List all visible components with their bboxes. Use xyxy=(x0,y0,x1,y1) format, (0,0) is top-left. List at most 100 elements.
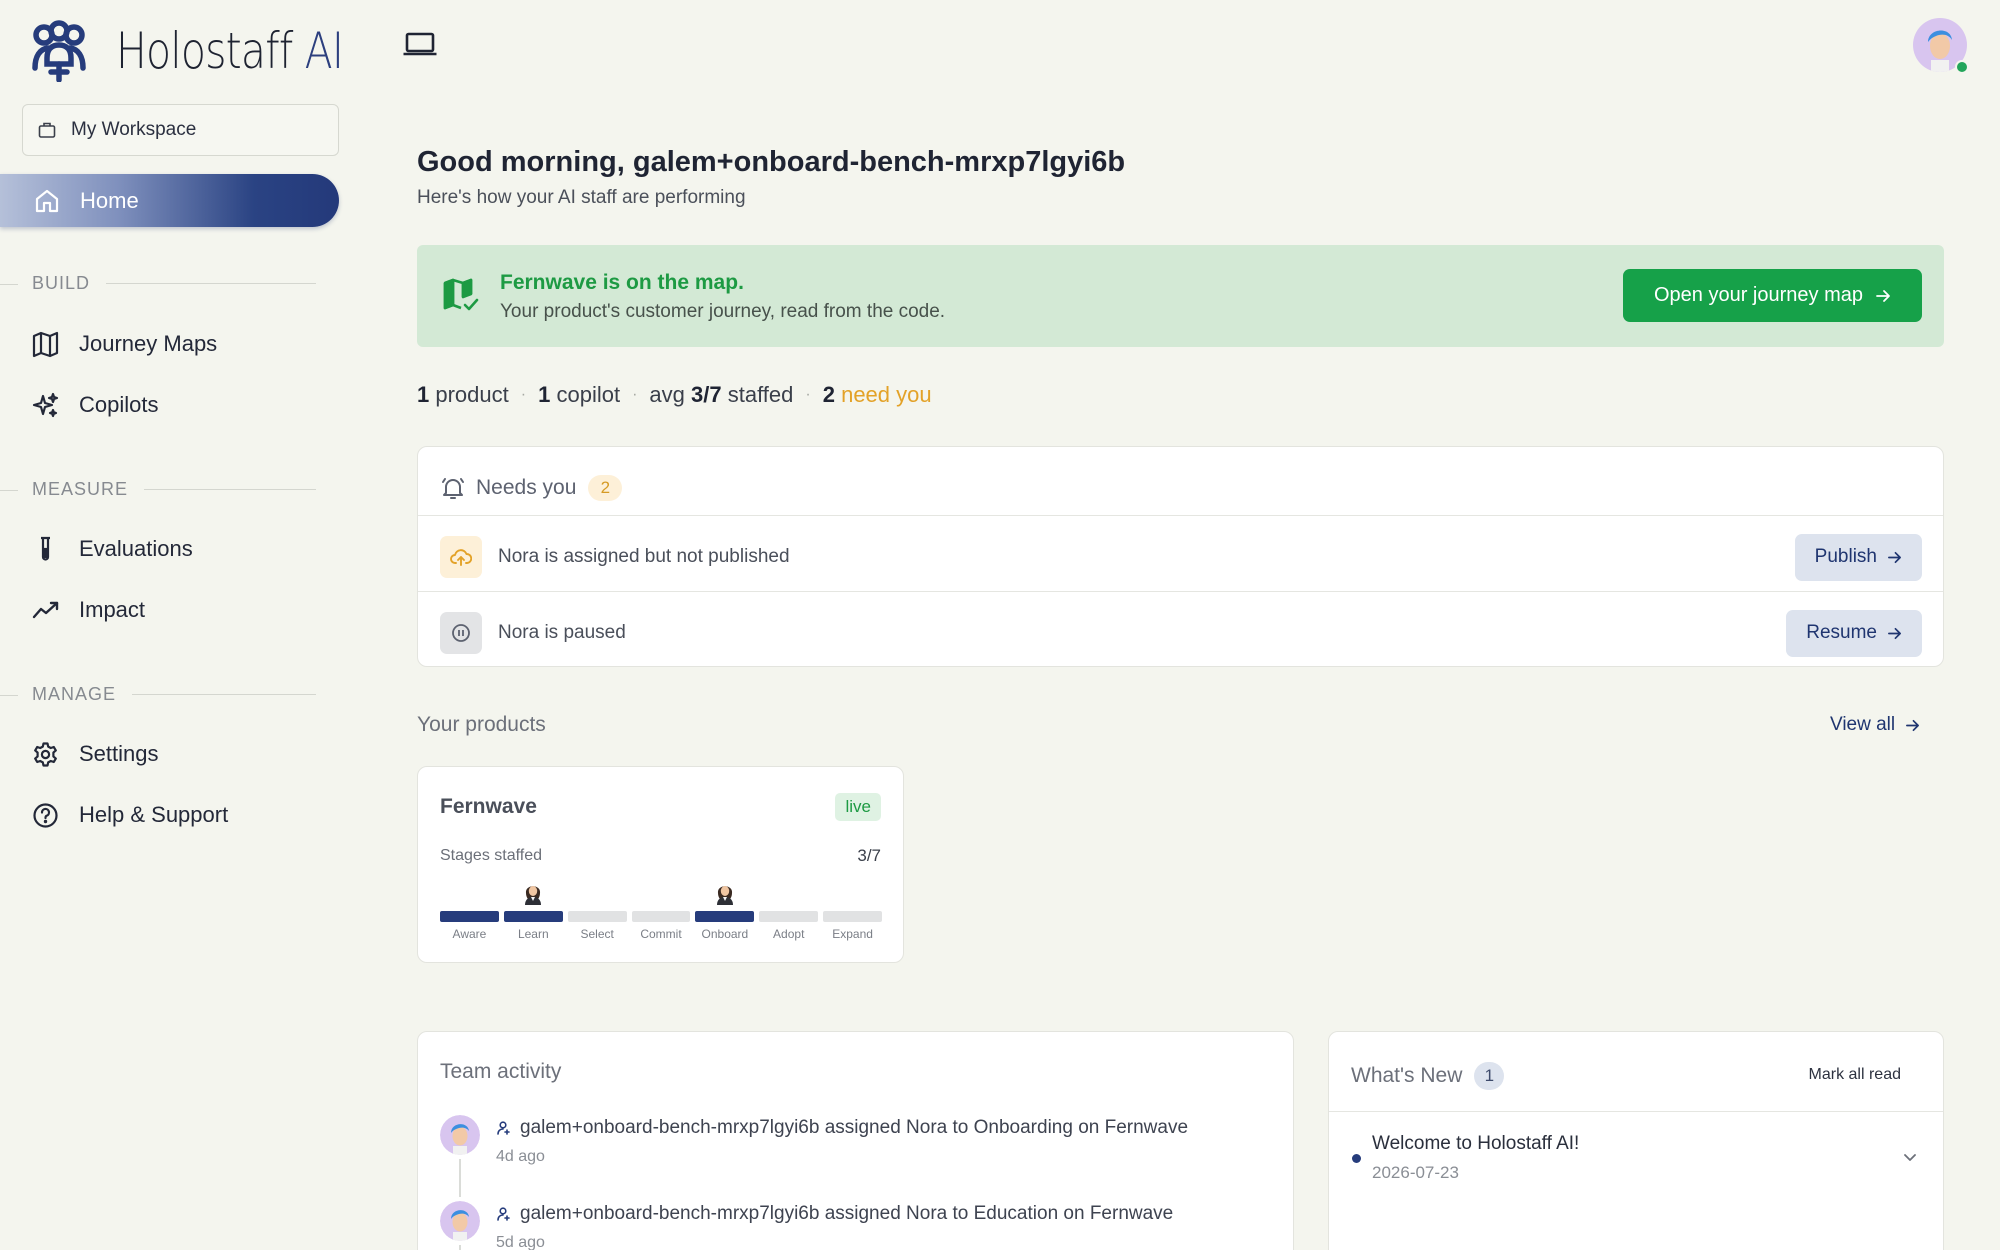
sidebar-item-evaluations[interactable]: Evaluations xyxy=(32,529,193,569)
avatar xyxy=(440,1201,480,1241)
unread-dot xyxy=(1352,1154,1361,1163)
sidebar-item-label: Journey Maps xyxy=(79,331,218,356)
needs-you-title: Needs you xyxy=(476,476,577,499)
copilots-label: copilot xyxy=(556,382,621,407)
page-title: Good morning, galem+onboard-bench-mrxp7l… xyxy=(417,146,1126,178)
sidebar-item-settings[interactable]: Settings xyxy=(32,734,159,774)
user-assign-icon xyxy=(497,1121,510,1135)
sidebar-item-label: Evaluations xyxy=(79,536,193,561)
sidebar-item-journey-maps[interactable]: Journey Maps xyxy=(32,324,217,364)
sidebar-item-impact[interactable]: Impact xyxy=(32,590,145,630)
pause-icon xyxy=(440,612,482,654)
online-status-dot xyxy=(1955,60,1969,74)
logo[interactable]: Holostaff AI xyxy=(30,20,393,82)
needs-item-text: Nora is paused xyxy=(498,622,626,643)
stage-expand[interactable]: Expand xyxy=(823,879,883,941)
arrow-right-icon xyxy=(1906,719,1920,731)
workspace-selector[interactable]: My Workspace xyxy=(22,104,339,156)
stage-aware[interactable]: Aware xyxy=(440,879,499,941)
stage-label: Onboard xyxy=(701,927,749,941)
help-circle-icon xyxy=(33,802,58,828)
avatar xyxy=(440,1115,480,1155)
stages-staffed-label: Stages staffed xyxy=(440,847,542,864)
publish-button[interactable]: Publish xyxy=(1794,533,1922,581)
bell-icon xyxy=(442,478,464,499)
stage-commit[interactable]: Commit xyxy=(631,879,691,941)
resume-button[interactable]: Resume xyxy=(1786,609,1922,657)
need-label: need you xyxy=(841,382,932,407)
view-all-link[interactable]: View all xyxy=(1830,714,1920,736)
needs-you-card: Needs you 2 Nora is assigned but not pub… xyxy=(417,446,1944,667)
chevron-down-icon[interactable] xyxy=(1901,1148,1919,1166)
staffed-label: staffed xyxy=(727,382,794,407)
stage-bar xyxy=(567,911,627,922)
products-label: product xyxy=(435,382,509,407)
stage-bar xyxy=(823,911,883,922)
copilot-avatar-icon xyxy=(716,886,733,905)
stage-bar xyxy=(503,911,563,922)
divider xyxy=(0,490,18,491)
mark-all-read-button[interactable]: Mark all read xyxy=(1809,1066,1901,1084)
stage-bar xyxy=(759,911,819,922)
sidebar-item-label: Copilots xyxy=(79,392,159,417)
sparkles-icon xyxy=(32,392,59,417)
arrow-right-icon xyxy=(1888,551,1901,563)
section-label-measure: MEASURE xyxy=(32,479,316,500)
sidebar-item-label: Home xyxy=(80,187,139,213)
products-count: 1 xyxy=(417,382,430,407)
divider xyxy=(0,695,18,696)
brand-ai: AI xyxy=(304,22,344,80)
needs-row-resume: Nora is paused Resume xyxy=(440,609,1922,657)
user-avatar[interactable] xyxy=(1913,18,1969,74)
whats-new-count-badge: 1 xyxy=(1474,1062,1505,1090)
banner-subtitle: Your product's customer journey, read fr… xyxy=(500,301,946,322)
sidebar: Holostaff AI My Workspace Home BUILD Jou… xyxy=(0,0,344,1250)
trending-up-icon xyxy=(32,601,59,618)
need-count: 2 xyxy=(822,382,835,407)
needs-item-text: Nora is assigned but not published xyxy=(498,546,790,567)
stage-label: Commit xyxy=(640,927,682,941)
home-icon xyxy=(35,189,59,212)
products-section-title: Your products xyxy=(417,713,546,736)
copilot-avatar-icon xyxy=(525,886,542,905)
stages-staffed-value: 3/7 xyxy=(857,846,881,865)
avg-label: avg xyxy=(649,382,685,407)
button-label: Open your journey map xyxy=(1653,284,1863,306)
copilots-count: 1 xyxy=(538,382,551,407)
stage-select[interactable]: Select xyxy=(567,879,627,941)
stage-adopt[interactable]: Adopt xyxy=(759,879,819,941)
test-tube-icon xyxy=(41,536,50,561)
summary-stats: 1 product · 1 copilot · avg 3/7 staffed … xyxy=(417,382,932,407)
laptop-icon[interactable] xyxy=(402,28,438,60)
page-subtitle: Here's how your AI staff are performing xyxy=(417,187,746,208)
map-icon xyxy=(32,331,59,357)
activity-time: 5d ago xyxy=(496,1234,545,1250)
sidebar-item-help[interactable]: Help & Support xyxy=(32,795,228,835)
team-logo-icon xyxy=(32,20,86,82)
news-item-title[interactable]: Welcome to Holostaff AI! xyxy=(1372,1133,1579,1155)
map-check-icon xyxy=(443,278,479,311)
stage-onboard[interactable]: Onboard xyxy=(695,879,755,941)
timeline-connector xyxy=(459,1159,461,1197)
activity-text: galem+onboard-bench-mrxp7lgyi6b assigned… xyxy=(496,1203,1173,1225)
stage-bar xyxy=(440,911,499,922)
stage-bar xyxy=(695,911,755,922)
product-card-fernwave[interactable]: Fernwave live Stages staffed 3/7 Aware Le… xyxy=(417,766,904,963)
workspace-label: My Workspace xyxy=(71,119,197,140)
stage-learn[interactable]: Learn xyxy=(503,879,563,941)
user-assign-icon xyxy=(497,1207,510,1221)
stage-label: Select xyxy=(580,927,614,941)
team-activity-card: Team activity galem+onboard-bench-mrxp7l… xyxy=(417,1031,1294,1250)
stage-label: Expand xyxy=(832,927,873,941)
sidebar-item-copilots[interactable]: Copilots xyxy=(32,385,158,425)
sidebar-item-label: Help & Support xyxy=(79,802,229,827)
sidebar-item-label: Settings xyxy=(79,741,159,766)
sidebar-item-home[interactable]: Home xyxy=(0,174,339,227)
needs-count-badge: 2 xyxy=(588,475,623,501)
arrow-right-icon xyxy=(1888,627,1901,639)
needs-row-publish: Nora is assigned but not published Publi… xyxy=(440,533,1922,581)
staffed-value: 3/7 xyxy=(691,382,722,407)
open-journey-map-button[interactable]: Open your journey map xyxy=(1623,269,1922,322)
brand-name: Holostaff AI xyxy=(116,22,344,80)
team-activity-title: Team activity xyxy=(440,1060,562,1083)
